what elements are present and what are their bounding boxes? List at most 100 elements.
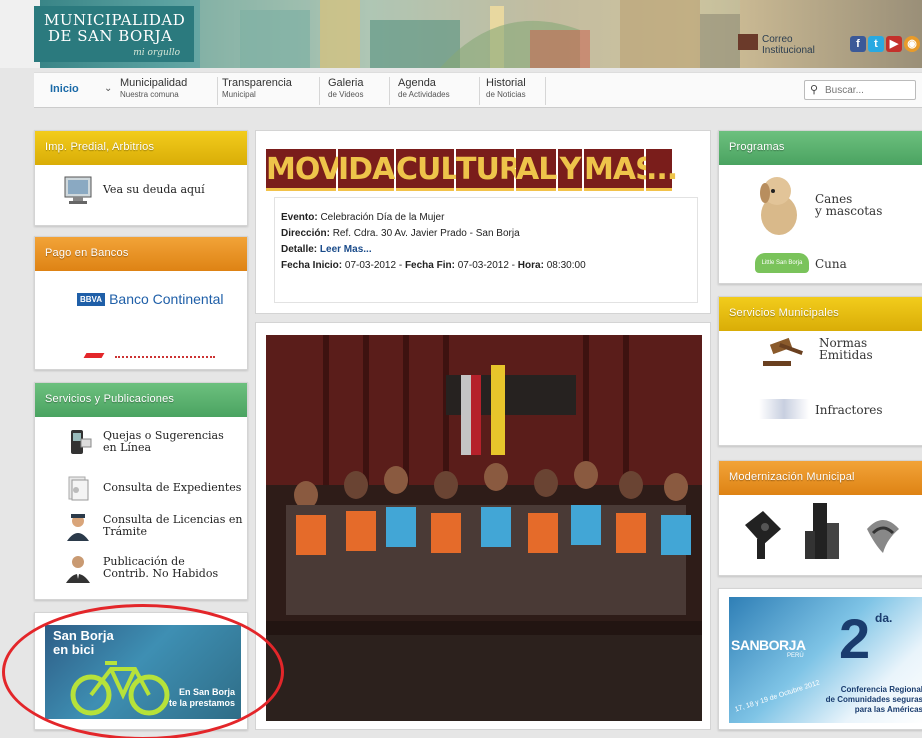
nav-item-historial[interactable]: Historial de Noticias xyxy=(486,77,546,105)
municipality-logo[interactable]: MUNICIPALIDAD DE SAN BORJA mi orgullo xyxy=(34,6,194,62)
computer-monitor-icon xyxy=(64,176,92,204)
correo-institucional-link[interactable]: Correo Institucional xyxy=(738,34,828,60)
vea-su-deuda-text: Vea su deuda aquí xyxy=(103,183,205,196)
nav-item-title: Historial xyxy=(486,77,526,89)
nav-inicio[interactable]: Inicio xyxy=(50,83,79,95)
correo-label: Correo Institucional xyxy=(762,34,815,56)
event-address: Ref. Cdra. 30 Av. Javier Prado - San Bor… xyxy=(332,228,520,239)
panel-conferencia: SANBORJA PERÚ 17, 18 y 19 de Octubre 201… xyxy=(718,588,922,730)
nav-item-municipalidad[interactable]: Municipalidad Nuestra comuna xyxy=(120,77,218,105)
canes-mascotas-link[interactable]: Canes y mascotas xyxy=(749,173,919,235)
no-habidos-line-2: Contrib. No Habidos xyxy=(103,567,219,580)
search-box[interactable]: ⚲ xyxy=(804,80,916,100)
bici-caption: En San Borja te la prestamos xyxy=(168,687,235,708)
banner-word: AL xyxy=(516,149,557,191)
leer-mas-link[interactable]: Leer Mas... xyxy=(320,244,372,255)
search-icon: ⚲ xyxy=(810,84,819,96)
publicacion-no-habidos-link[interactable]: Publicación de Contrib. No Habidos xyxy=(63,553,218,583)
panel-modernizacion: Modernización Municipal xyxy=(718,460,922,576)
panel-pago-bancos: Pago en Bancos BBVA Banco Continental xyxy=(34,236,248,370)
event-name: Celebración Día de la Mujer xyxy=(320,212,445,223)
canes-text: Canes y mascotas xyxy=(815,192,883,218)
cuna-link[interactable]: Little San Borja Cuna xyxy=(755,251,915,277)
movida-cultural-banner[interactable]: MOV IDA CUL TUR AL Y MAS ... xyxy=(266,149,700,191)
facebook-icon[interactable]: f xyxy=(850,36,866,52)
bicycle-icon xyxy=(70,661,170,716)
normas-text: Normas Emitidas xyxy=(819,336,873,362)
businessman-icon xyxy=(66,556,90,583)
normas-emitidas-link[interactable]: Normas Emitidas xyxy=(761,337,921,377)
featured-event-panel: MOV IDA CUL TUR AL Y MAS ... Evento: Cel… xyxy=(255,130,711,314)
sanborja-brand: SANBORJA xyxy=(731,637,806,653)
banner-word: ... xyxy=(646,149,678,191)
nav-item-transparencia[interactable]: Transparencia Municipal xyxy=(222,77,320,105)
logo-line-1: MUNICIPALIDAD xyxy=(44,11,186,29)
cuna-logo: Little San Borja xyxy=(755,253,809,273)
panel-title: Pago en Bancos xyxy=(35,237,247,271)
second-bank-logo[interactable] xyxy=(83,353,225,359)
search-input[interactable] xyxy=(825,83,911,97)
panel-san-borja-en-bici: San Borja en bici En San Borja te la prest… xyxy=(34,612,248,730)
gavel-icon xyxy=(763,337,803,366)
consulta-expedientes-link[interactable]: Consulta de Expedientes xyxy=(63,473,241,503)
event-group-photo[interactable] xyxy=(266,335,702,721)
panel-title: Servicios y Publicaciones xyxy=(35,383,247,417)
dog-icon xyxy=(760,177,797,235)
san-borja-en-bici-banner[interactable]: San Borja en bici En San Borja te la prest… xyxy=(45,625,241,719)
handshake-icon[interactable] xyxy=(863,505,903,563)
nav-item-title: Municipalidad xyxy=(120,77,188,89)
quejas-line-2: en Línea xyxy=(103,441,152,454)
nav-item-agenda[interactable]: Agenda de Actividades xyxy=(398,77,480,105)
main-nav: Inicio ⌄ Municipalidad Nuestra comuna Tr… xyxy=(34,72,922,108)
banner-word: MAS xyxy=(584,149,657,191)
sanborja-brand-sub: PERÚ xyxy=(787,653,804,659)
document-stack-icon xyxy=(68,476,89,501)
panel-servicios-publicaciones: Servicios y Publicaciones Quejas o Suger… xyxy=(34,382,248,600)
nav-item-title: Agenda xyxy=(398,77,436,89)
rss-icon[interactable]: ◉ xyxy=(904,36,920,52)
logo-tagline: mi orgullo xyxy=(133,48,180,58)
quejas-sugerencias-link[interactable]: Quejas o Sugerencias en Línea xyxy=(63,427,224,457)
panel-title: Imp. Predial, Arbitrios xyxy=(35,131,247,165)
twitter-icon[interactable]: t xyxy=(868,36,884,52)
infractores-text: Infractores xyxy=(815,403,883,417)
panel-title: Programas xyxy=(719,131,922,165)
consulta-licencias-link[interactable]: Consulta de Licencias en Trámite xyxy=(63,511,242,541)
bici-title: San Borja en bici xyxy=(53,628,114,657)
nav-item-subtitle: Municipal xyxy=(222,90,256,99)
panel-title: Modernización Municipal xyxy=(719,461,922,495)
banner-word: MOV xyxy=(266,149,342,191)
direccion-row: Dirección: Ref. Cdra. 30 Av. Javier Prad… xyxy=(281,228,520,239)
banner-word: Y xyxy=(558,149,582,191)
detalle-row: Detalle: Leer Mas... xyxy=(281,244,372,255)
officer-icon xyxy=(67,514,89,541)
building-icon[interactable] xyxy=(801,501,843,561)
nav-item-title: Galeria xyxy=(328,77,364,89)
header-playground-image xyxy=(200,0,740,68)
banco-continental-text: Banco Continental xyxy=(109,291,224,307)
vea-su-deuda-link[interactable]: Vea su deuda aquí xyxy=(63,175,205,205)
chevron-down-icon: ⌄ xyxy=(104,83,113,94)
satellite-icon[interactable] xyxy=(741,505,783,563)
panel-programas: Programas Canes y mascotas Little San Bor… xyxy=(718,130,922,284)
nav-item-galeria[interactable]: Galeria de Videos xyxy=(328,77,390,105)
event-info-box: Evento: Celebración Día de la Mujer Dire… xyxy=(274,197,698,303)
conferencia-regional-banner[interactable]: SANBORJA PERÚ 17, 18 y 19 de Octubre 201… xyxy=(729,597,922,723)
phone-icon xyxy=(71,430,92,454)
logo-line-2: DE SAN BORJA xyxy=(48,27,173,45)
cuna-text: Cuna xyxy=(815,257,847,271)
site-header: MUNICIPALIDAD DE SAN BORJA mi orgullo Co… xyxy=(0,0,922,68)
nav-item-subtitle: de Actividades xyxy=(398,90,450,99)
fecha-row: Fecha Inicio: 07-03-2012 - Fecha Fin: 07… xyxy=(281,260,586,271)
infractores-link[interactable]: Infractores xyxy=(759,397,919,427)
nav-item-title: Transparencia xyxy=(222,77,292,89)
banner-word: IDA xyxy=(338,149,395,191)
edition-suffix: da. xyxy=(875,611,893,625)
youtube-icon[interactable]: ▶ xyxy=(886,36,902,52)
event-photo-panel xyxy=(255,322,711,730)
edition-number: 2 xyxy=(839,607,871,670)
bbva-badge: BBVA xyxy=(77,292,106,306)
event-row: Evento: Celebración Día de la Mujer xyxy=(281,212,445,223)
banco-continental-link[interactable]: BBVA Banco Continental xyxy=(77,291,224,307)
banner-word: TUR xyxy=(456,149,522,191)
